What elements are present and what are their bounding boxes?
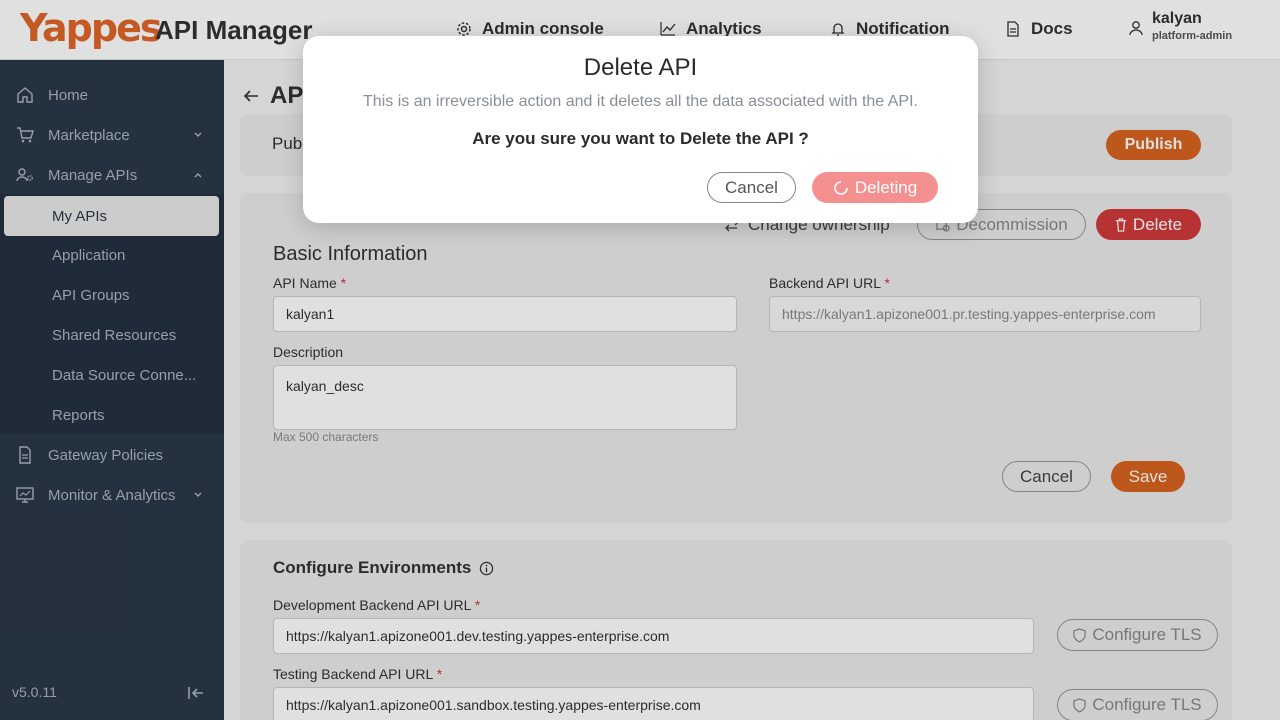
delete-api-dialog: Delete API This is an irreversible actio… xyxy=(303,36,978,223)
dialog-description: This is an irreversible action and it de… xyxy=(363,93,918,110)
dialog-cancel-button[interactable]: Cancel xyxy=(707,172,796,203)
dialog-title: Delete API xyxy=(583,54,698,81)
deleting-label: Deleting xyxy=(854,177,918,197)
spinner-icon xyxy=(834,180,848,195)
dialog-question: Are you sure you want to Delete the API … xyxy=(472,129,809,148)
dialog-deleting-button[interactable]: Deleting xyxy=(812,172,938,203)
